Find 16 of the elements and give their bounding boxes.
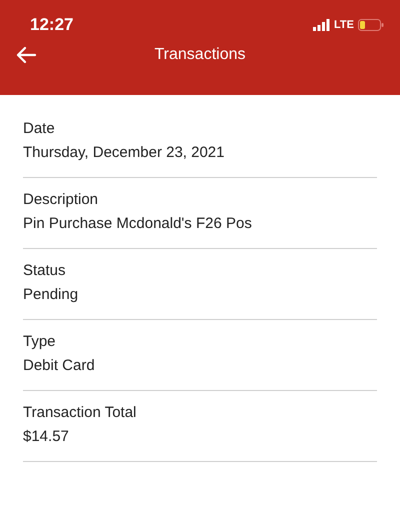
field-label: Description	[23, 191, 100, 209]
screen-title: Transactions	[154, 46, 246, 64]
field-label: Date	[23, 120, 56, 138]
field-value: $14.57	[23, 428, 70, 446]
field-value: Pending	[23, 286, 80, 304]
field-label: Transaction Total	[23, 404, 138, 422]
field-value: Pin Purchase Mcdonald's F26 Pos	[23, 215, 253, 233]
field-label: Type	[23, 333, 57, 351]
signal-icon	[313, 19, 330, 31]
status-time: 12:27	[30, 15, 74, 35]
network-label: LTE	[334, 19, 354, 31]
field-value: Debit Card	[23, 357, 96, 375]
field-value: Thursday, December 23, 2021	[23, 144, 226, 162]
back-arrow-icon[interactable]	[15, 46, 37, 64]
battery-icon	[358, 19, 384, 31]
field-label: Status	[23, 262, 67, 280]
